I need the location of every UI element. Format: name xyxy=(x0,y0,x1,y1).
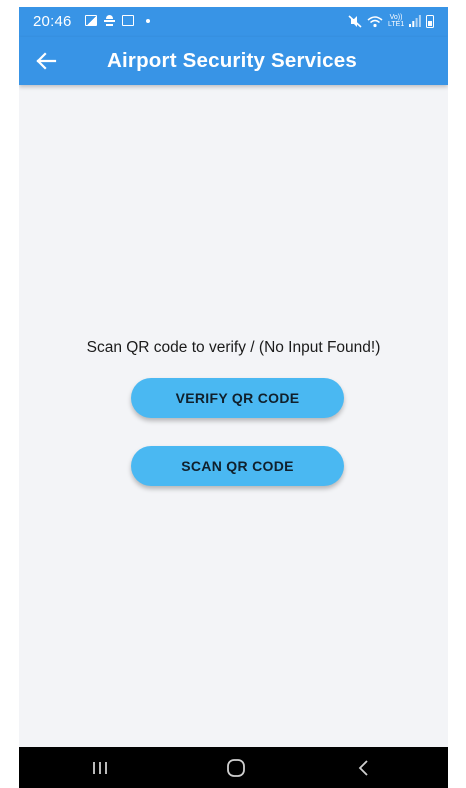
status-message: Scan QR code to verify / (No Input Found… xyxy=(86,339,381,356)
battery-icon xyxy=(426,14,434,28)
wifi-icon xyxy=(367,15,383,27)
system-nav-bar xyxy=(19,747,448,788)
arrow-left-icon[interactable] xyxy=(33,47,61,75)
status-notification-icons xyxy=(85,15,150,26)
home-icon[interactable] xyxy=(221,757,251,779)
tablet-icon xyxy=(122,15,134,26)
status-system-icons: Vo)) LTE1 xyxy=(348,14,434,28)
weather-icon xyxy=(103,15,116,26)
dot-icon xyxy=(146,18,150,23)
lte-label: LTE1 xyxy=(388,21,405,28)
main-content: Scan QR code to verify / (No Input Found… xyxy=(19,85,448,747)
status-time: 20:46 xyxy=(33,13,72,30)
phone-screen: 20:46 Vo)) LTE1 Airport Security Service… xyxy=(19,7,448,788)
volte-icon: Vo)) LTE1 xyxy=(388,14,404,28)
recents-icon[interactable] xyxy=(85,757,115,779)
app-bar: Airport Security Services xyxy=(19,37,448,85)
gallery-icon xyxy=(85,15,97,26)
signal-icon xyxy=(409,15,421,27)
volte-label: Vo)) xyxy=(389,14,403,21)
verify-qr-code-button[interactable]: VERIFY QR CODE xyxy=(131,378,344,418)
page-title: Airport Security Services xyxy=(107,49,357,72)
status-bar: 20:46 Vo)) LTE1 xyxy=(19,7,448,37)
back-icon[interactable] xyxy=(349,757,379,779)
scan-qr-code-button[interactable]: SCAN QR CODE xyxy=(131,446,344,486)
mute-icon xyxy=(348,14,362,28)
